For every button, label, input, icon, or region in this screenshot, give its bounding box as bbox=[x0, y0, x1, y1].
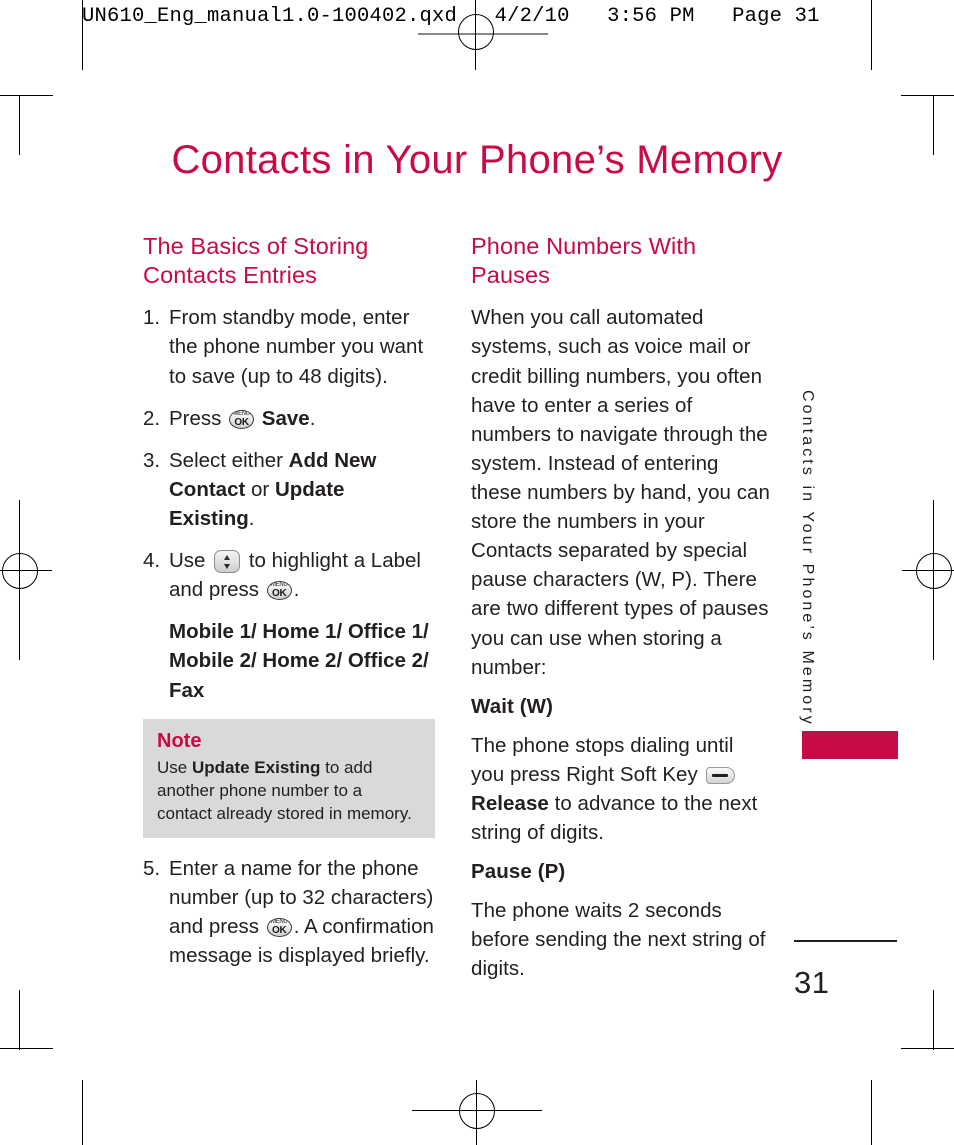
note-title: Note bbox=[157, 729, 202, 752]
wait-w-subheading: Wait (W) bbox=[471, 694, 554, 718]
note-box: Note Use Update Existing to add another … bbox=[143, 718, 435, 838]
page-title: Contacts in Your Phone’s Memory bbox=[171, 138, 783, 182]
right-column-heading: Phone Numbers With Pauses bbox=[471, 233, 697, 288]
chevron-up-icon bbox=[223, 554, 230, 560]
step-text: Use bbox=[169, 549, 212, 573]
registration-mark-left bbox=[0, 500, 60, 660]
crop-mark-top-right-vertical bbox=[871, 0, 873, 70]
note-text-lead: Use bbox=[157, 757, 192, 777]
right-soft-key-icon bbox=[705, 766, 735, 784]
pause-p-subheading: Pause (P) bbox=[471, 860, 566, 884]
step-text: From standby mode, enter the phone numbe… bbox=[169, 306, 424, 388]
step-text-tail: . bbox=[293, 578, 300, 602]
nav-updown-key-icon bbox=[214, 550, 241, 574]
slug-text: UN610_Eng_manual1.0-100402.qxd 4/2/10 3:… bbox=[82, 5, 820, 28]
storing-contacts-steps-continued: 5. Enter a name for the phone number (up … bbox=[143, 854, 435, 970]
chevron-down-icon bbox=[223, 563, 230, 569]
right-column: Phone Numbers With Pauses When you call … bbox=[471, 232, 771, 997]
side-tab-accent-bar bbox=[802, 731, 898, 759]
list-item: 3. Select either Add New Contact or Updat… bbox=[143, 446, 435, 533]
step-text: Press bbox=[169, 406, 228, 430]
list-item: 2. Press MENU OK Save. bbox=[143, 404, 435, 433]
step-number: 1. bbox=[143, 306, 161, 330]
crop-mark-bottom-right-vertical bbox=[871, 1080, 873, 1145]
storing-contacts-steps: 1. From standby mode, enter the phone nu… bbox=[143, 303, 435, 604]
step-number: 3. bbox=[143, 448, 161, 472]
registration-mark-right bbox=[894, 500, 954, 660]
pause-p-paragraph: The phone waits 2 seconds before sending… bbox=[471, 899, 766, 981]
side-tab-label: Contacts in Your Phone’s Memory bbox=[799, 390, 816, 727]
pauses-intro-paragraph: When you call automated systems, such as… bbox=[471, 306, 770, 679]
crop-mark-bottom-left-vertical bbox=[82, 1080, 84, 1145]
registration-mark-bottom-center bbox=[412, 1080, 542, 1145]
step-text-tail: . bbox=[309, 406, 316, 430]
menu-ok-key-bottom-label: OK bbox=[234, 416, 249, 428]
list-item: 1. From standby mode, enter the phone nu… bbox=[143, 303, 435, 390]
soft-key-bar-icon bbox=[711, 773, 728, 777]
menu-ok-key-bottom-label: OK bbox=[272, 588, 287, 600]
left-column-heading: The Basics of Storing Contacts Entries bbox=[143, 233, 369, 288]
crop-mark-upper-left-horizontal bbox=[0, 95, 53, 97]
contact-labels-list: Mobile 1/ Home 1/ Office 1/ Mobile 2/ Ho… bbox=[169, 620, 429, 702]
menu-ok-key-icon: MENU OK bbox=[266, 918, 292, 938]
step-text: Select either bbox=[169, 448, 289, 472]
step-text-mid: or bbox=[245, 477, 275, 501]
left-column: The Basics of Storing Contacts Entries 1… bbox=[143, 232, 435, 983]
release-label: Release bbox=[471, 791, 549, 815]
menu-ok-key-icon: MENU OK bbox=[229, 409, 255, 429]
crop-mark-right-vertical-lower bbox=[933, 990, 935, 1050]
crop-mark-lower-left-horizontal bbox=[0, 1048, 53, 1050]
crop-mark-left-vertical-lower bbox=[19, 990, 21, 1050]
crop-mark-lower-right-horizontal bbox=[901, 1048, 954, 1050]
crop-mark-upper-right-horizontal bbox=[901, 95, 954, 97]
step-text-bold: Save bbox=[256, 406, 310, 430]
menu-ok-key-bottom-label: OK bbox=[272, 925, 287, 937]
side-tab: Contacts in Your Phone’s Memory bbox=[782, 390, 822, 730]
note-update-existing-label: Update Existing bbox=[191, 757, 321, 777]
note-text: Use Update Existing to add another phone… bbox=[157, 756, 421, 825]
wait-w-paragraph: The phone stops dialing until you press … bbox=[471, 731, 771, 847]
step-number: 4. bbox=[143, 549, 161, 573]
step-number: 2. bbox=[143, 406, 161, 430]
folio-rule bbox=[794, 940, 897, 942]
step-number: 5. bbox=[143, 856, 161, 880]
list-item: 4. Use to highlight a Label and press MEN… bbox=[143, 546, 435, 604]
menu-ok-key-icon: MENU OK bbox=[266, 581, 292, 601]
page-number: 31 bbox=[794, 965, 830, 1000]
wait-text-lead: The phone stops dialing until you press … bbox=[471, 733, 734, 786]
step-text-tail: . bbox=[248, 506, 255, 530]
list-item: 5. Enter a name for the phone number (up … bbox=[143, 854, 435, 970]
